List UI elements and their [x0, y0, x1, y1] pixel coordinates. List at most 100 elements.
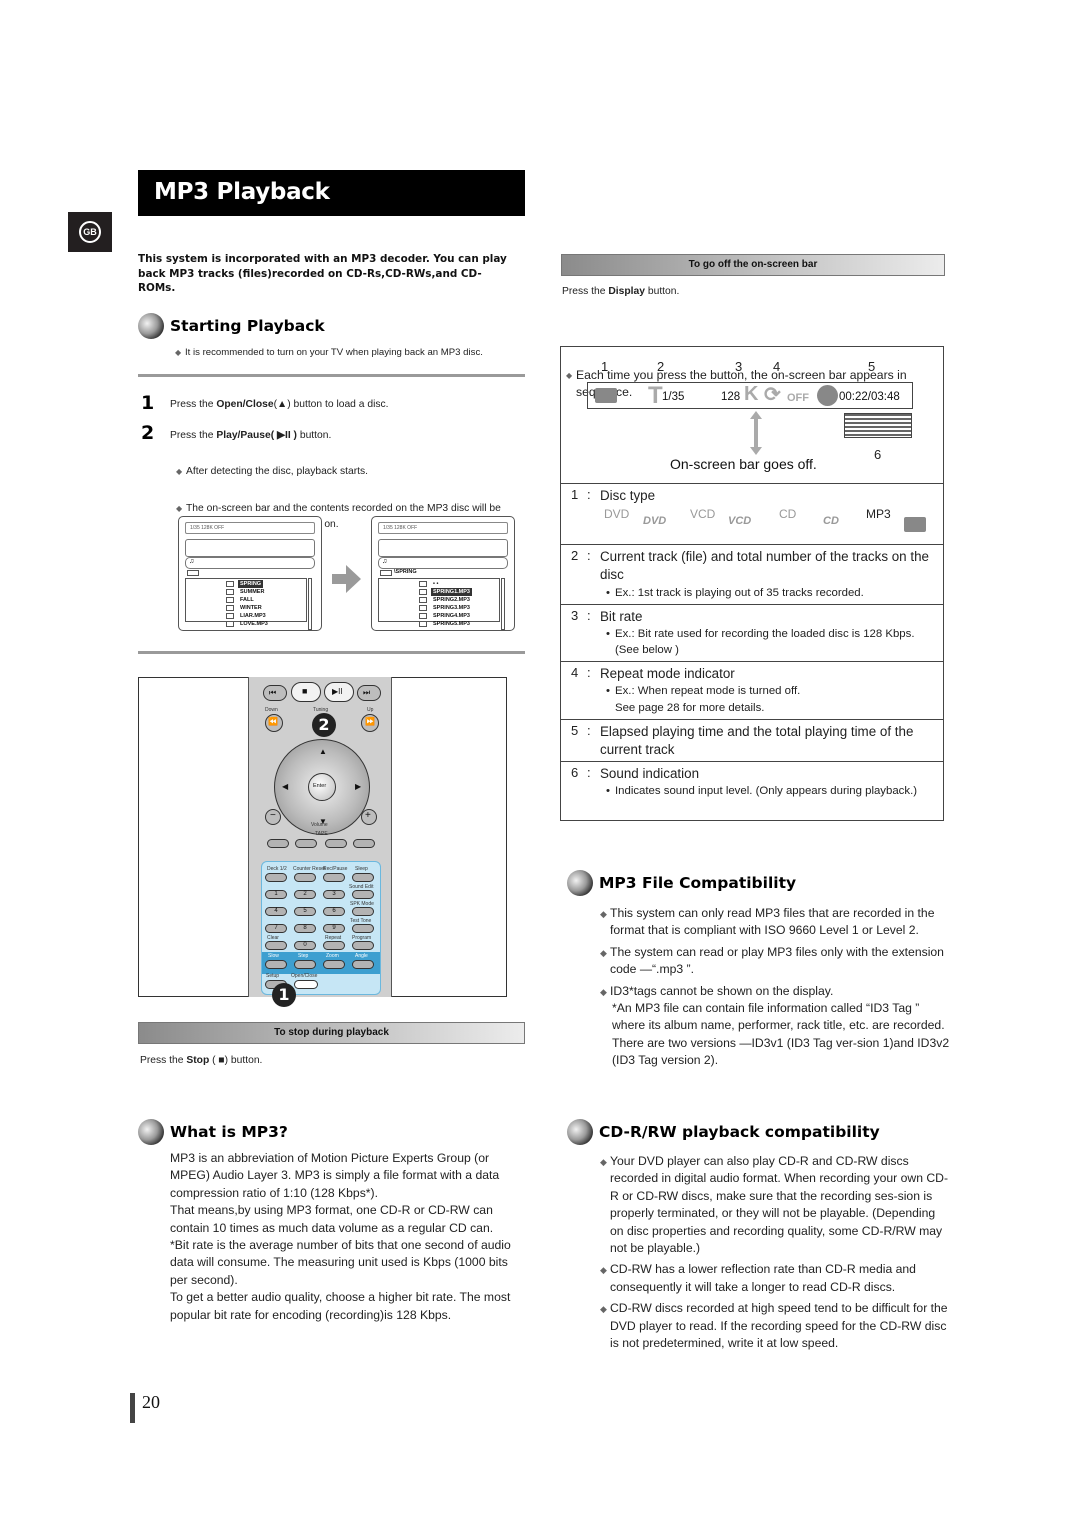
row-number: 5 [571, 723, 579, 738]
dvd-logo-icon: DVD [643, 515, 667, 527]
open-close-button [294, 980, 318, 989]
clock-icon [817, 385, 838, 406]
digit-button: 2 [294, 890, 316, 899]
row-example-detail: See page 28 for more details. [615, 702, 765, 714]
repeat-icon: ⟳ [764, 384, 781, 406]
starting-playback-note: It is recommended to turn on your TV whe… [175, 345, 520, 361]
paragraph: MP3 is an abbreviation of Motion Picture… [170, 1151, 500, 1200]
tv-list-item: SPRING1.MP3 [431, 588, 472, 596]
cdrw-compat-body: Your DVD player can also play CD-R and C… [600, 1153, 952, 1352]
down-label: Down [265, 707, 278, 713]
onscreen-bar-table: 1 2 3 4 5 T 1/35 128 K ⟳ OFF 00:22/03:48… [560, 346, 944, 821]
display-instruction: Press the Display button. [562, 286, 680, 297]
disc-label-dvd: DVD [604, 507, 630, 521]
music-note-icon: ♫ [378, 557, 508, 569]
osd-row-bitrate: 3 : Bit rate • Ex.: Bit rate used for rec… [561, 604, 943, 661]
clear-button [265, 941, 287, 950]
step-2-bullet: After detecting the disc, playback start… [176, 464, 521, 480]
mp3-file-icon [419, 597, 427, 603]
row-label: Elapsed playing time and the total playi… [600, 724, 914, 757]
page-number-bar [130, 1393, 135, 1423]
tv-screen-folder-list: 1/35 128K OFF ♫ SPRING SUMMER FALL WINTE… [178, 516, 322, 631]
zoom-button [323, 960, 345, 969]
tv-list-item: SPRING [238, 580, 264, 588]
music-note-icon: ♫ [185, 557, 315, 569]
disc-label-cd: CD [779, 507, 797, 521]
bitrate-value: 128 [721, 391, 741, 403]
arrow-left-icon: ◀ [282, 782, 289, 791]
eject-icon: (▲) [273, 399, 291, 410]
paragraph: *Bit rate is the average number of bits … [170, 1238, 511, 1287]
stop-playback-bar: To stop during playback [138, 1022, 525, 1044]
track-value: 1/35 [662, 391, 685, 403]
list-item: The system can read or play MP3 files on… [600, 944, 950, 979]
tv-list-item: SPRING5.MP3 [433, 621, 470, 627]
row-example: • Ex.: 1st track is playing out of 35 tra… [606, 587, 864, 599]
digit-button: 5 [294, 907, 316, 916]
setup-label: Setup [266, 973, 280, 979]
section-bullet-icon [138, 1119, 164, 1145]
section-heading-cdrw-compat: CD-R/RW playback compatibility [567, 1119, 880, 1145]
marker-label: 2 [657, 359, 665, 374]
callout-2: 2 [312, 713, 336, 737]
section-heading-text: What is MP3? [170, 1123, 288, 1141]
sleep-button [352, 873, 374, 882]
divider [138, 651, 525, 654]
section-heading-starting-playback: Starting Playback [138, 313, 325, 339]
row-label: Sound indication [600, 766, 700, 781]
folder-icon [419, 581, 427, 587]
tv-list-item: SUMMER [240, 589, 265, 595]
callout-1: 1 [272, 983, 296, 1007]
skip-forward-button: ⏭ [357, 685, 381, 701]
play-pause-icon: ( ▶II ) [270, 430, 297, 441]
language-badge-label: GB [79, 221, 101, 243]
marker-label: 5 [868, 359, 876, 374]
digit-button: 3 [323, 890, 345, 899]
step-2-text: Press the Play/Pause( ▶II ) button. [170, 430, 332, 441]
spk-mode-button [352, 907, 374, 916]
sound-edit-button [352, 890, 374, 899]
stop-button: ■ [291, 682, 321, 702]
marker-label: 4 [773, 359, 781, 374]
section-bullet-icon [138, 313, 164, 339]
list-item: ID3*tags cannot be shown on the display. [600, 983, 950, 1002]
slow-button [265, 960, 287, 969]
sound-level-meter [844, 413, 912, 438]
test-tone-button [352, 924, 374, 933]
section-bullet-icon [567, 870, 593, 896]
counter-reset-button [294, 873, 316, 882]
tape-rewind-button [267, 839, 289, 848]
deck-button [265, 873, 287, 882]
digit-button: 6 [323, 907, 345, 916]
mp3-file-icon [419, 613, 427, 619]
up-label: Up [367, 707, 374, 713]
mp3-disc-icon [595, 388, 617, 403]
tv-screen-file-list: 1/35 128K OFF ♫ \SPRING • • SPRING1.MP3 … [371, 516, 515, 631]
list-item: Your DVD player can also play CD-R and C… [600, 1153, 952, 1257]
step-label: Step [298, 953, 309, 959]
marker-label: 3 [735, 359, 743, 374]
folder-icon [226, 589, 234, 595]
digit-button: 1 [265, 890, 287, 899]
digit-button: 4 [265, 907, 287, 916]
tv-path: \SPRING [394, 569, 417, 575]
osd-row-sound: 6 : Sound indication • Indicates sound in… [561, 761, 943, 821]
step-1-text: Press the Open/Close(▲) button to load a… [170, 399, 389, 410]
mp3-file-icon [226, 613, 234, 619]
folder-icon [380, 570, 392, 576]
onscreen-bar-sample: T 1/35 128 K ⟳ OFF 00:22/03:48 [587, 382, 913, 409]
tv-scrollbar [308, 578, 312, 630]
row-number: 1 [571, 487, 579, 502]
mp3-file-icon [419, 621, 427, 627]
tuning-up-button: ⏩ [361, 714, 379, 732]
rec-pause-label: Rec/Pause [323, 866, 348, 872]
tv-list-item: SPRING4.MP3 [433, 613, 470, 619]
osd-row-repeat: 4 : Repeat mode indicator • Ex.: When rep… [561, 661, 943, 719]
tape-ff-button [295, 839, 317, 848]
osd-row-time: 5 : Elapsed playing time and the total p… [561, 719, 943, 761]
counter-reset-label: Counter Reset [293, 866, 326, 872]
tv-list-item: FALL [240, 597, 254, 603]
tuning-label: Tuning [313, 707, 329, 713]
angle-label: Angle [355, 953, 368, 959]
digit-button: 0 [294, 941, 316, 950]
